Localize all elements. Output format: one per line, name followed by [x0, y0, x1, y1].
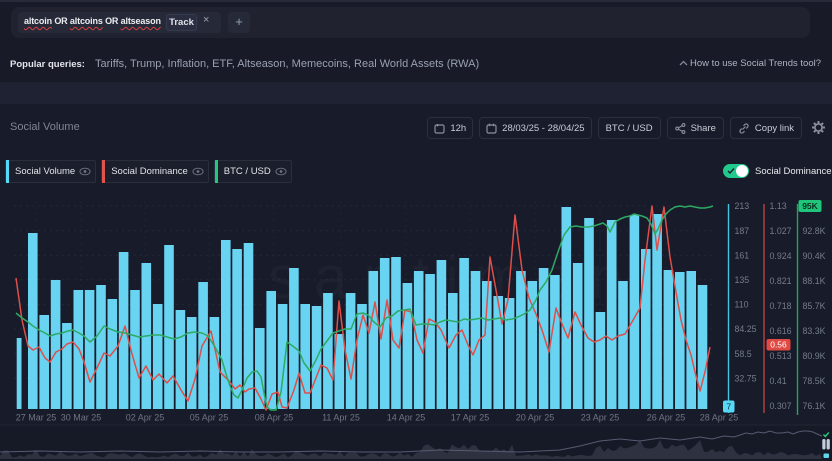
- svg-text:213: 213: [735, 201, 750, 211]
- svg-text:0.718: 0.718: [770, 301, 792, 311]
- svg-text:161: 161: [735, 250, 750, 260]
- svg-text:7: 7: [726, 402, 731, 412]
- svg-text:84.25: 84.25: [735, 324, 757, 334]
- svg-text:0.616: 0.616: [770, 326, 792, 336]
- svg-text:17 Apr 25: 17 Apr 25: [451, 413, 490, 423]
- svg-text:0.924: 0.924: [770, 251, 792, 261]
- svg-text:78.5K: 78.5K: [803, 376, 826, 386]
- svg-text:11 Apr 25: 11 Apr 25: [322, 413, 360, 423]
- svg-text:0.56: 0.56: [770, 340, 787, 350]
- svg-text:83.3K: 83.3K: [803, 326, 826, 336]
- svg-text:14 Apr 25: 14 Apr 25: [387, 413, 426, 423]
- svg-text:02 Apr 25: 02 Apr 25: [126, 413, 165, 423]
- svg-text:76.1K: 76.1K: [803, 401, 826, 411]
- svg-text:187: 187: [735, 226, 750, 236]
- svg-text:26 Apr 25: 26 Apr 25: [647, 413, 686, 423]
- svg-text:05 Apr 25: 05 Apr 25: [190, 413, 229, 423]
- svg-text:20 Apr 25: 20 Apr 25: [516, 413, 555, 423]
- svg-text:92.8K: 92.8K: [803, 226, 826, 236]
- svg-text:28 Apr 25: 28 Apr 25: [700, 413, 739, 423]
- svg-text:0.513: 0.513: [770, 351, 792, 361]
- svg-text:90.4K: 90.4K: [803, 251, 826, 261]
- svg-text:0.41: 0.41: [770, 376, 787, 386]
- svg-text:95K: 95K: [802, 201, 818, 211]
- svg-text:1.13: 1.13: [770, 201, 787, 211]
- svg-text:08 Apr 25: 08 Apr 25: [255, 413, 294, 423]
- svg-text:110: 110: [735, 300, 749, 310]
- svg-text:85.7K: 85.7K: [803, 301, 826, 311]
- svg-text:30 Mar 25: 30 Mar 25: [61, 413, 102, 423]
- svg-text:0.821: 0.821: [770, 276, 792, 286]
- svg-text:58.5: 58.5: [735, 349, 752, 359]
- svg-text:23 Apr 25: 23 Apr 25: [581, 413, 620, 423]
- svg-text:88.1K: 88.1K: [803, 276, 826, 286]
- svg-text:32.75: 32.75: [735, 373, 757, 383]
- svg-text:1.027: 1.027: [770, 226, 792, 236]
- svg-text:80.9K: 80.9K: [803, 351, 826, 361]
- svg-text:135: 135: [735, 275, 750, 285]
- svg-text:27 Mar 25: 27 Mar 25: [16, 413, 57, 423]
- svg-text:0.307: 0.307: [770, 401, 792, 411]
